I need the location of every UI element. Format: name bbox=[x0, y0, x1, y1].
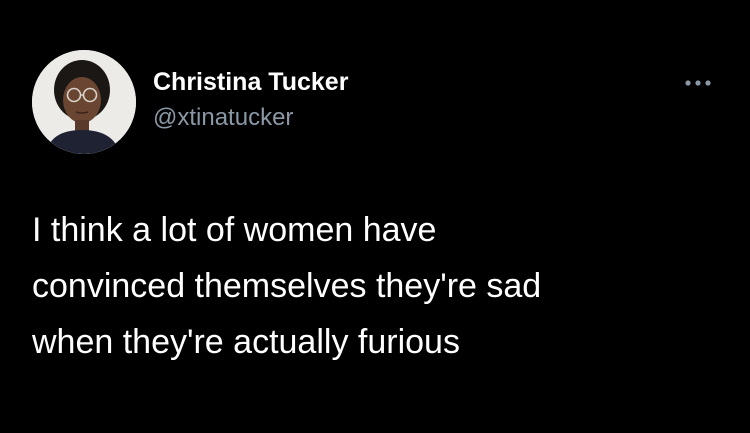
author-handle[interactable]: @xtinatucker bbox=[153, 104, 293, 132]
avatar[interactable] bbox=[32, 50, 136, 154]
profile-photo-icon bbox=[32, 50, 136, 154]
tweet-card: Christina Tucker @xtinatucker I think a … bbox=[0, 0, 750, 433]
tweet-text: I think a lot of women have convinced th… bbox=[32, 211, 542, 361]
more-options-icon[interactable] bbox=[678, 70, 718, 96]
author-display-name[interactable]: Christina Tucker bbox=[153, 68, 348, 97]
